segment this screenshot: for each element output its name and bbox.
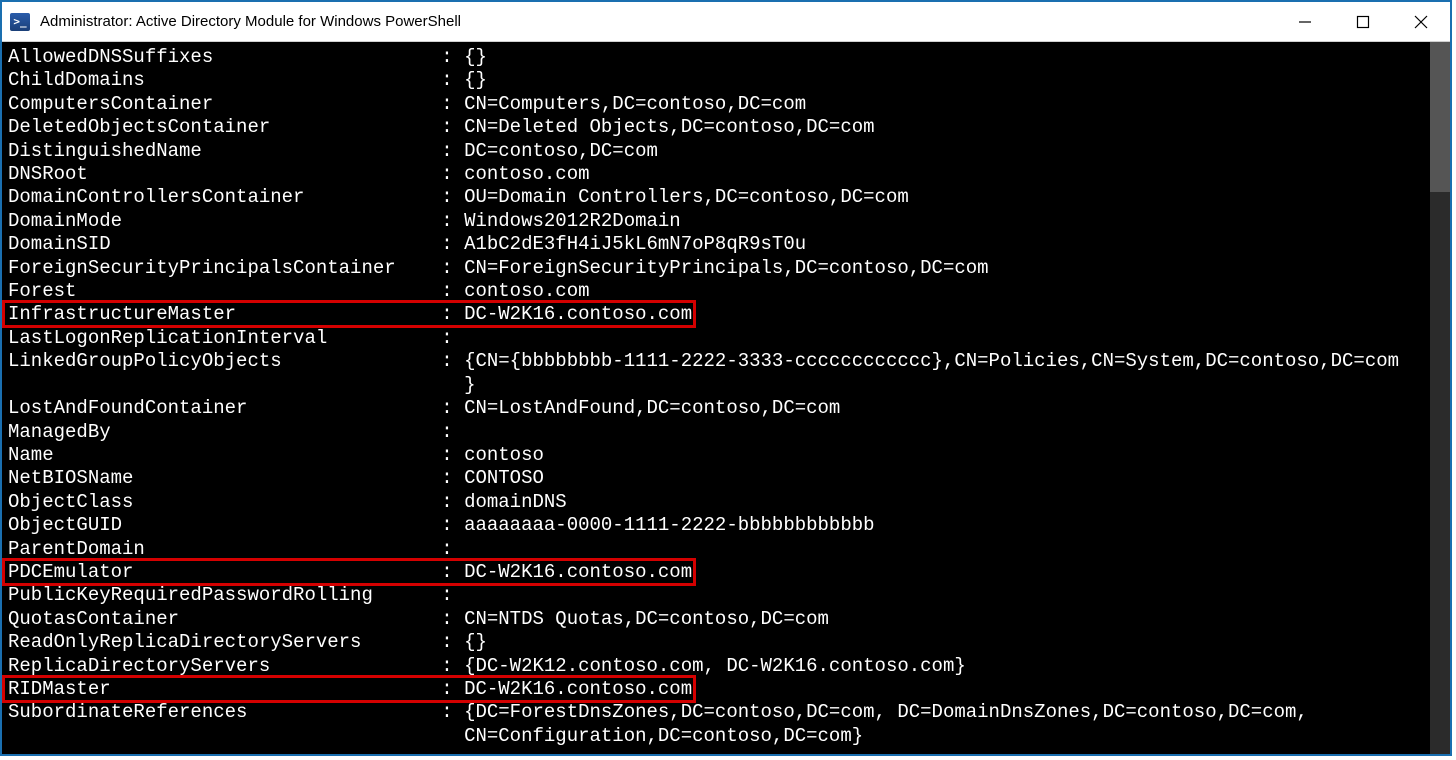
output-line: ParentDomain :	[8, 538, 1444, 561]
minimize-icon	[1298, 15, 1312, 29]
output-line: ComputersContainer : CN=Computers,DC=con…	[8, 93, 1444, 116]
output-line: }	[8, 374, 1444, 397]
highlight-box	[2, 300, 696, 328]
output-line: ForeignSecurityPrincipalsContainer : CN=…	[8, 257, 1444, 280]
output-line: CN=Configuration,DC=contoso,DC=com}	[8, 725, 1444, 748]
output-line-highlighted: PDCEmulator : DC-W2K16.contoso.com	[8, 561, 1444, 584]
window-controls	[1276, 2, 1450, 41]
output-line: AllowedDNSSuffixes : {}	[8, 46, 1444, 69]
console-output[interactable]: AllowedDNSSuffixes : {}ChildDomains : {}…	[2, 42, 1450, 754]
titlebar-left: >_ Administrator: Active Directory Modul…	[2, 13, 461, 31]
output-line: ChildDomains : {}	[8, 69, 1444, 92]
maximize-button[interactable]	[1334, 2, 1392, 41]
output-line: Name : contoso	[8, 444, 1444, 467]
output-line: SubordinateReferences : {DC=ForestDnsZon…	[8, 701, 1444, 724]
output-line: DomainControllersContainer : OU=Domain C…	[8, 186, 1444, 209]
powershell-window: >_ Administrator: Active Directory Modul…	[0, 0, 1452, 756]
output-line: DNSRoot : contoso.com	[8, 163, 1444, 186]
output-line: DomainSID : A1bC2dE3fH4iJ5kL6mN7oP8qR9sT…	[8, 233, 1444, 256]
minimize-button[interactable]	[1276, 2, 1334, 41]
output-line: ReplicaDirectoryServers : {DC-W2K12.cont…	[8, 655, 1444, 678]
powershell-icon: >_	[10, 13, 30, 31]
output-line: ObjectClass : domainDNS	[8, 491, 1444, 514]
output-line: ObjectGUID : aaaaaaaa-0000-1111-2222-bbb…	[8, 514, 1444, 537]
output-line: LostAndFoundContainer : CN=LostAndFound,…	[8, 397, 1444, 420]
maximize-icon	[1356, 15, 1370, 29]
highlight-box	[2, 675, 696, 703]
output-line: DeletedObjectsContainer : CN=Deleted Obj…	[8, 116, 1444, 139]
output-line: LastLogonReplicationInterval :	[8, 327, 1444, 350]
window-titlebar[interactable]: >_ Administrator: Active Directory Modul…	[2, 2, 1450, 42]
highlight-box	[2, 558, 696, 586]
window-title: Administrator: Active Directory Module f…	[40, 13, 461, 30]
scrollbar-thumb[interactable]	[1430, 42, 1450, 192]
output-line-highlighted: RIDMaster : DC-W2K16.contoso.com	[8, 678, 1444, 701]
output-line: ReadOnlyReplicaDirectoryServers : {}	[8, 631, 1444, 654]
output-line-highlighted: InfrastructureMaster : DC-W2K16.contoso.…	[8, 303, 1444, 326]
close-button[interactable]	[1392, 2, 1450, 41]
output-line: ManagedBy :	[8, 421, 1444, 444]
output-line: LinkedGroupPolicyObjects : {CN={bbbbbbbb…	[8, 350, 1444, 373]
output-line: PublicKeyRequiredPasswordRolling :	[8, 584, 1444, 607]
output-line: QuotasContainer : CN=NTDS Quotas,DC=cont…	[8, 608, 1444, 631]
close-icon	[1414, 15, 1428, 29]
output-line: DistinguishedName : DC=contoso,DC=com	[8, 140, 1444, 163]
output-line: DomainMode : Windows2012R2Domain	[8, 210, 1444, 233]
output-line: NetBIOSName : CONTOSO	[8, 467, 1444, 490]
output-line: Forest : contoso.com	[8, 280, 1444, 303]
vertical-scrollbar[interactable]	[1430, 42, 1450, 754]
